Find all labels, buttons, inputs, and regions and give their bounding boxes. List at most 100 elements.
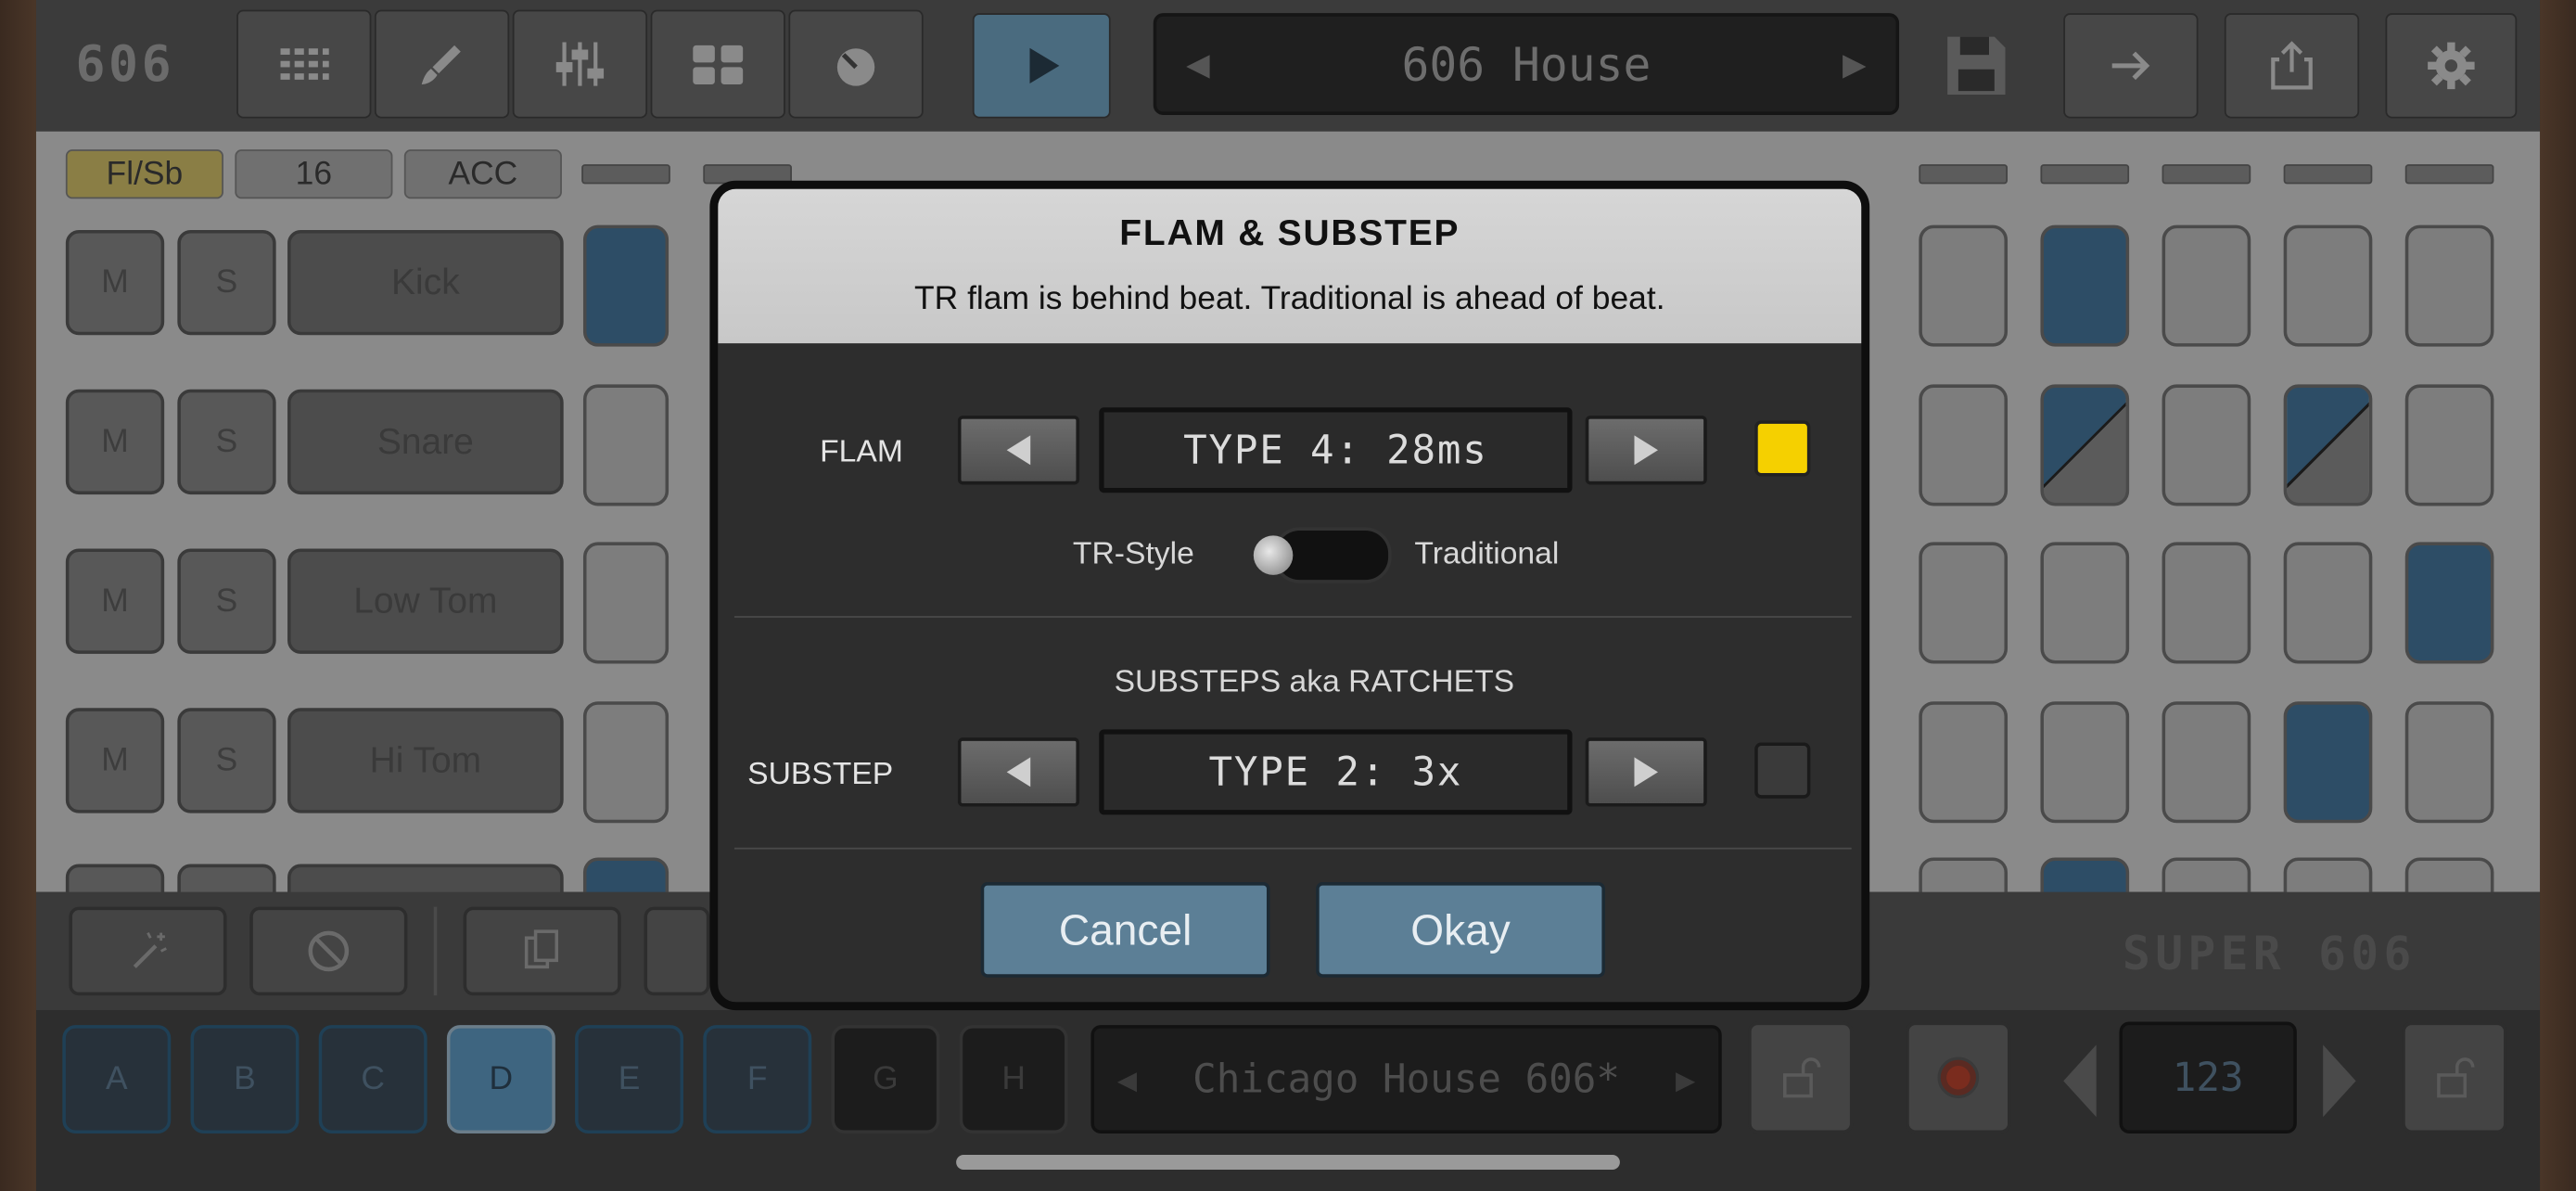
mute-button[interactable]: M — [65, 548, 165, 654]
substep-value-display: TYPE 2: 3x — [1099, 729, 1573, 815]
flam-enable-indicator[interactable] — [1754, 420, 1811, 477]
prev-song-icon[interactable]: ◀ — [1117, 1059, 1137, 1099]
step-pad[interactable] — [2283, 701, 2373, 824]
mute-button[interactable]: M — [65, 708, 165, 813]
tr-style-label: TR-Style — [1072, 537, 1194, 572]
step-pad[interactable] — [582, 384, 670, 506]
song-selector: ◀ Chicago House 606* ▶ — [1090, 1025, 1722, 1133]
step-pad[interactable] — [2404, 701, 2494, 824]
step-pad[interactable] — [1919, 542, 2009, 664]
steps-count-chip[interactable]: 16 — [235, 149, 393, 199]
sequencer-view-button[interactable] — [236, 9, 372, 119]
step-pad[interactable] — [2283, 224, 2373, 347]
pattern-button-b[interactable]: B — [190, 1025, 300, 1133]
tempo-down-button[interactable] — [2057, 1038, 2106, 1123]
step-pad[interactable] — [2040, 224, 2130, 347]
prev-pattern-icon[interactable]: ◀ — [1186, 41, 1210, 87]
randomize-button[interactable] — [69, 906, 227, 996]
knob-view-button[interactable] — [788, 9, 924, 119]
track-name-kick[interactable]: Kick — [287, 229, 564, 336]
mute-button[interactable]: M — [65, 229, 165, 336]
save-button[interactable] — [1922, 13, 2031, 118]
step-pad[interactable] — [2162, 224, 2251, 347]
flam-substep-dialog: FLAM & SUBSTEP TR flam is behind beat. T… — [709, 180, 1870, 1011]
dialog-subtitle: TR flam is behind beat. Traditional is a… — [914, 280, 1665, 317]
mute-button[interactable]: M — [65, 389, 165, 495]
cancel-button[interactable]: Cancel — [980, 882, 1270, 978]
substep-enable-indicator[interactable] — [1754, 742, 1811, 799]
pattern-button-e[interactable]: E — [575, 1025, 684, 1133]
step-pad[interactable] — [582, 701, 670, 824]
tempo-lock-button[interactable] — [2402, 1021, 2507, 1133]
step-pad-flam[interactable] — [2283, 384, 2373, 506]
knob-icon — [836, 48, 875, 86]
forward-button[interactable] — [2063, 13, 2199, 119]
step-pad[interactable] — [1919, 701, 2009, 824]
paste-button[interactable] — [644, 906, 710, 996]
toggle-knob[interactable] — [1253, 535, 1294, 575]
flam-label: FLAM — [820, 435, 903, 470]
tempo-up-button[interactable] — [2314, 1038, 2363, 1123]
edit-view-button[interactable] — [374, 9, 510, 119]
traditional-label: Traditional — [1414, 537, 1560, 572]
brand-logo: SUPER 606 — [2123, 926, 2417, 981]
solo-button[interactable]: S — [177, 389, 276, 495]
solo-button[interactable]: S — [177, 548, 276, 654]
pattern-button-g[interactable]: G — [831, 1025, 940, 1133]
pattern-button-h[interactable]: H — [959, 1025, 1068, 1133]
pattern-button-c[interactable]: C — [318, 1025, 427, 1133]
app-logo: 606 — [75, 35, 175, 94]
triangle-left-icon — [2063, 1044, 2097, 1118]
copy-button[interactable] — [463, 906, 621, 996]
flam-substep-chip[interactable]: Fl/Sb — [65, 149, 223, 199]
unlock-icon — [2437, 1057, 2475, 1098]
clear-button[interactable] — [249, 906, 408, 996]
substep-prev-button[interactable] — [957, 737, 1080, 807]
pattern-button-f[interactable]: F — [703, 1025, 812, 1133]
step-pad[interactable] — [2404, 542, 2494, 664]
triangle-right-icon — [2323, 1044, 2356, 1118]
pattern-button-a[interactable]: A — [62, 1025, 172, 1133]
step-pad[interactable] — [1919, 224, 2009, 347]
step-pad[interactable] — [582, 542, 670, 664]
flam-next-button[interactable] — [1585, 416, 1707, 485]
step-pad[interactable] — [2040, 542, 2130, 664]
step-pad[interactable] — [2404, 384, 2494, 506]
step-pad[interactable] — [2162, 384, 2251, 506]
track-name-hi-tom[interactable]: Hi Tom — [287, 708, 564, 813]
step-pad[interactable] — [582, 224, 670, 347]
share-icon — [2271, 41, 2313, 90]
mixer-view-button[interactable] — [512, 9, 648, 119]
record-button[interactable] — [1906, 1021, 2011, 1133]
step-pad[interactable] — [2162, 701, 2251, 824]
step-pad[interactable] — [2283, 542, 2373, 664]
triangle-left-icon — [1006, 757, 1031, 788]
next-song-icon[interactable]: ▶ — [1676, 1059, 1695, 1099]
step-pad[interactable] — [2040, 701, 2130, 824]
pattern-button-d[interactable]: D — [446, 1025, 555, 1133]
home-indicator[interactable] — [956, 1155, 1620, 1170]
share-button[interactable] — [2224, 13, 2360, 119]
triangle-right-icon — [1634, 757, 1658, 788]
pads-view-button[interactable] — [650, 9, 785, 119]
next-pattern-icon[interactable]: ▶ — [1843, 41, 1867, 87]
substep-next-button[interactable] — [1585, 737, 1707, 807]
play-button[interactable] — [972, 13, 1111, 119]
track-name-snare[interactable]: Snare — [287, 389, 564, 495]
flam-prev-button[interactable] — [957, 416, 1080, 485]
lock-button[interactable] — [1748, 1021, 1854, 1133]
solo-button[interactable]: S — [177, 708, 276, 813]
step-led — [1919, 164, 2009, 185]
okay-button[interactable]: Okay — [1316, 882, 1605, 978]
substep-label: SUBSTEP — [747, 757, 894, 792]
track-name-low-tom[interactable]: Low Tom — [287, 548, 564, 654]
accent-chip[interactable]: ACC — [403, 149, 562, 199]
step-pad-flam[interactable] — [2040, 384, 2130, 506]
step-pad[interactable] — [1919, 384, 2009, 506]
gear-icon — [2428, 42, 2475, 90]
song-name: Chicago House 606* — [1192, 1056, 1620, 1103]
solo-button[interactable]: S — [177, 229, 276, 336]
settings-button[interactable] — [2385, 13, 2518, 119]
step-pad[interactable] — [2162, 542, 2251, 664]
step-pad[interactable] — [2404, 224, 2494, 347]
